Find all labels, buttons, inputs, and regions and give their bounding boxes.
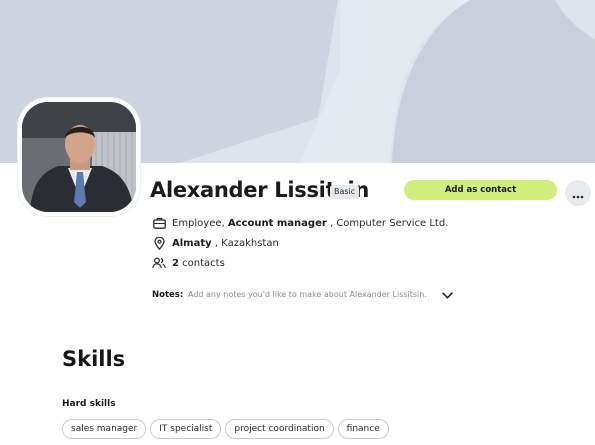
plan-badge: Basic xyxy=(330,185,360,199)
notes-expand-toggle[interactable] xyxy=(441,288,453,298)
location-city: Almaty xyxy=(172,237,212,249)
location-info-row: Almaty , Kazakhstan xyxy=(152,236,279,250)
users-icon xyxy=(152,256,166,270)
location-pin-icon xyxy=(152,236,166,250)
chevron-down-icon xyxy=(441,284,453,303)
briefcase-icon xyxy=(152,216,166,230)
job-info-row: Employee, Account manager , Computer Ser… xyxy=(152,216,448,230)
more-options-button[interactable] xyxy=(565,180,591,206)
skill-chip[interactable]: project coordination xyxy=(225,419,334,439)
job-type: Employee, xyxy=(172,217,225,229)
notes-input[interactable] xyxy=(188,287,433,301)
profile-avatar xyxy=(18,98,140,216)
location-country: , Kazakhstan xyxy=(214,237,279,249)
job-title: Account manager xyxy=(227,217,327,229)
job-company: , Computer Service Ltd. xyxy=(329,217,449,229)
notes-label: Notes: xyxy=(152,290,184,300)
add-as-contact-button[interactable]: Add as contact xyxy=(404,180,557,200)
contacts-link[interactable]: 2 contacts xyxy=(152,256,225,270)
skill-chip[interactable]: sales manager xyxy=(62,419,147,439)
skills-section-title: Skills xyxy=(62,347,126,371)
skill-chip[interactable]: IT specialist xyxy=(150,419,222,439)
contacts-count: 2 xyxy=(172,257,179,269)
skill-chip[interactable]: finance xyxy=(337,419,389,439)
contacts-label: contacts xyxy=(182,257,225,269)
more-horizontal-icon xyxy=(572,184,584,203)
hard-skills-list: sales manager IT specialist project coor… xyxy=(62,419,389,439)
hard-skills-label: Hard skills xyxy=(62,399,116,409)
